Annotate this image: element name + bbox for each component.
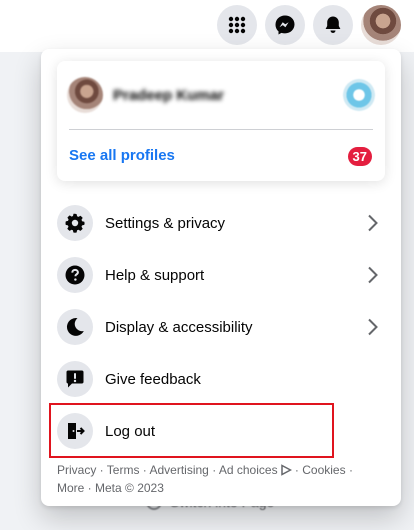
chevron-right-icon (361, 315, 385, 339)
ad-choices-icon (280, 464, 292, 480)
profile-divider (69, 129, 373, 130)
menu-item-label: Help & support (105, 266, 205, 284)
account-avatar-button[interactable] (361, 5, 401, 45)
footer-separator: · (96, 463, 107, 477)
footer-link-more[interactable]: More (57, 481, 84, 495)
profile-card: Pradeep Kumar See all profiles 37 (57, 61, 385, 181)
menu-item-help-support[interactable]: Help & support (49, 249, 393, 301)
feedback-icon (57, 361, 93, 397)
menu-item-settings-privacy[interactable]: Settings & privacy (49, 197, 393, 249)
chevron-right-icon (361, 263, 385, 287)
menu-item-label: Give feedback (105, 370, 201, 388)
profile-avatar (67, 77, 103, 113)
menu-item-label: Settings & privacy (105, 214, 226, 232)
profiles-count-badge: 37 (347, 147, 372, 166)
question-icon (57, 257, 93, 293)
profile-switch-icon[interactable] (343, 79, 375, 111)
account-menu: Pradeep Kumar See all profiles 37 Settin… (41, 49, 401, 506)
profile-row[interactable]: Pradeep Kumar (57, 61, 385, 129)
ad-choices-label: Ad choices (218, 463, 278, 477)
logout-icon (57, 413, 93, 449)
gear-icon (57, 205, 93, 241)
footer-link-ad-choices[interactable]: Ad choices (219, 463, 292, 477)
footer-copyright: Meta © 2023 (95, 481, 164, 495)
chevron-right-icon (361, 211, 385, 235)
footer-separator: · (345, 463, 353, 477)
top-navigation-bar (0, 0, 414, 52)
footer-link-terms[interactable]: Terms (107, 463, 140, 477)
profile-name: Pradeep Kumar (113, 86, 224, 104)
bell-icon (323, 15, 343, 35)
menu-item-label: Display & accessibility (105, 318, 253, 336)
footer-link-advertising[interactable]: Advertising (149, 463, 208, 477)
messenger-button[interactable] (265, 5, 305, 45)
menu-item-label: Log out (105, 422, 156, 440)
menu-item-log-out[interactable]: Log out (49, 405, 393, 457)
notifications-button[interactable] (313, 5, 353, 45)
footer-separator: · (208, 463, 219, 477)
menu-footer: Privacy · Terms · Advertising · Ad choic… (57, 462, 387, 496)
footer-link-privacy[interactable]: Privacy (57, 463, 96, 477)
menu-item-display-accessibility[interactable]: Display & accessibility (49, 301, 393, 353)
menu-item-give-feedback[interactable]: Give feedback (49, 353, 393, 405)
moon-icon (57, 309, 93, 345)
footer-separator: · (291, 463, 303, 477)
footer-link-cookies[interactable]: Cookies (302, 463, 345, 477)
grid-icon (227, 15, 247, 35)
footer-separator: · (84, 481, 96, 495)
footer-separator: · (139, 463, 150, 477)
see-all-profiles-link[interactable]: See all profiles (69, 147, 175, 164)
menu-button[interactable] (217, 5, 257, 45)
messenger-icon (274, 14, 296, 36)
